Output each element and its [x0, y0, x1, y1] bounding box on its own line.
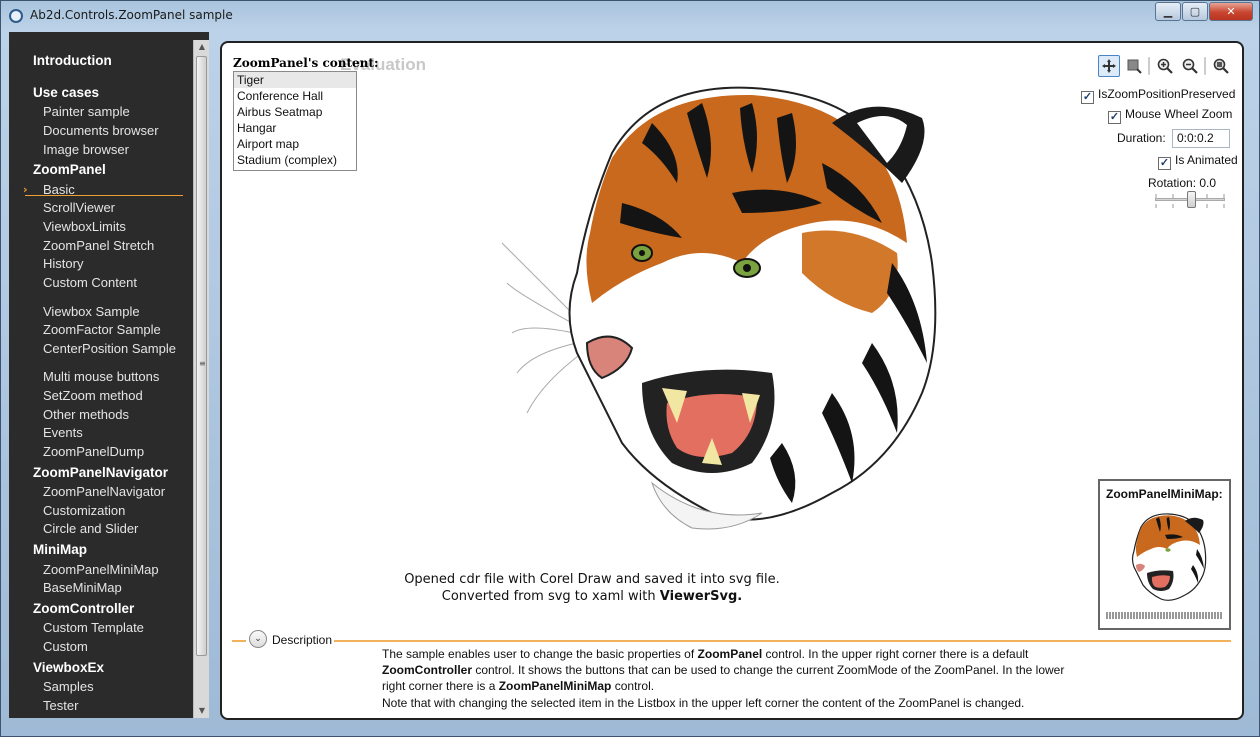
minimap-caption-text [1106, 612, 1223, 619]
content-list-label: ZoomPanel's content: [233, 56, 379, 70]
nav-item-customization[interactable]: Customization [43, 503, 125, 518]
zoom-in-icon[interactable] [1154, 55, 1176, 77]
nav-item-custom-template[interactable]: Custom Template [43, 620, 144, 635]
close-button[interactable]: ✕ [1209, 2, 1253, 21]
mouse-wheel-zoom-label: Mouse Wheel Zoom [1125, 107, 1233, 121]
is-zoom-position-preserved-checkbox[interactable]: ✓ [1081, 91, 1094, 104]
zoom-out-icon[interactable] [1179, 55, 1201, 77]
nav-item-zoompanelminimap[interactable]: ZoomPanelMiniMap [43, 562, 159, 577]
nav-item-setzoom-method[interactable]: SetZoom method [43, 388, 143, 403]
minimize-button[interactable]: ▁ [1155, 2, 1181, 21]
nav-item-circle-and-slider[interactable]: Circle and Slider [43, 521, 138, 536]
is-zoom-position-preserved-option[interactable]: ✓ IsZoomPositionPreserved [1081, 87, 1235, 104]
caption-line-1: Opened cdr file with Corel Draw and save… [404, 572, 780, 587]
nav-heading-zoomcontroller[interactable]: ZoomController [33, 601, 134, 616]
content-listbox[interactable]: Tiger Conference Hall Airbus Seatmap Han… [233, 71, 357, 171]
nav-item-tester[interactable]: Tester [43, 698, 78, 713]
nav-heading-viewboxex[interactable]: ViewboxEx [33, 660, 104, 675]
window-title: Ab2d.Controls.ZoomPanel sample [30, 8, 233, 22]
is-animated-label: Is Animated [1175, 153, 1238, 167]
description-divider-left [232, 640, 246, 642]
nav-item-image-browser[interactable]: Image browser [43, 142, 129, 157]
duration-label: Duration: [1117, 131, 1166, 145]
rotation-label-text: Rotation: [1148, 176, 1197, 190]
minimap-title: ZoomPanelMiniMap: [1106, 487, 1223, 501]
caption-line-2-text: Converted from svg to xaml with [441, 589, 660, 604]
nav-item-viewbox-sample[interactable]: Viewbox Sample [43, 304, 140, 319]
list-item[interactable]: Stadium (complex) [234, 152, 356, 168]
scroll-down-arrow-icon[interactable]: ▼ [194, 704, 210, 718]
caption-line-2: Converted from svg to xaml with ViewerSv… [222, 589, 962, 604]
description-line-1: The sample enables user to change the ba… [382, 647, 1029, 661]
list-item[interactable]: Tiger [234, 72, 356, 88]
description-expander-chevron-icon[interactable]: ⌄ [249, 630, 267, 648]
description-text: The sample enables user to change the ba… [382, 646, 1082, 711]
caption-buttons: ▁ ▢ ✕ [1154, 2, 1253, 21]
nav-item-scrollviewer[interactable]: ScrollViewer [43, 200, 115, 215]
scroll-thumb[interactable]: ≡ [196, 56, 207, 656]
description-line-2: ZoomController control. It shows the but… [382, 663, 1065, 678]
title-bar[interactable]: Ab2d.Controls.ZoomPanel sample ▁ ▢ ✕ [1, 1, 1259, 31]
nav-heading-zoompanel[interactable]: ZoomPanel [33, 162, 106, 177]
nav-item-samples[interactable]: Samples [43, 679, 94, 694]
tiger-image [502, 86, 937, 530]
zoom-panel-content[interactable]: Evaluation ZoomPanel's content: Tiger Co… [220, 41, 1244, 720]
nav-list: Introduction Use cases Painter sample Do… [9, 32, 193, 718]
caption-line-2-bold: ViewerSvg. [659, 589, 743, 604]
selected-underline [25, 195, 183, 196]
list-item[interactable]: Conference Hall [234, 88, 356, 104]
duration-input[interactable]: 0:0:0.2 [1172, 129, 1230, 148]
app-icon [9, 9, 23, 23]
zoom-controller [1098, 55, 1235, 77]
mouse-wheel-zoom-option[interactable]: ✓ Mouse Wheel Zoom [1108, 107, 1232, 124]
nav-item-multi-mouse-buttons[interactable]: Multi mouse buttons [43, 369, 159, 384]
rectangle-zoom-icon[interactable] [1123, 55, 1145, 77]
description-divider-right [334, 640, 1231, 642]
nav-item-documents-browser[interactable]: Documents browser [43, 123, 159, 138]
description-line-4: Note that with changing the selected ite… [382, 695, 1025, 710]
reset-zoom-icon[interactable] [1210, 55, 1232, 77]
nav-item-zoompanel-stretch[interactable]: ZoomPanel Stretch [43, 238, 154, 253]
nav-item-zoompanelnavigator[interactable]: ZoomPanelNavigator [43, 484, 165, 499]
minimap-tiger-image [1131, 513, 1207, 601]
rotation-slider-thumb[interactable] [1187, 191, 1196, 208]
sidebar: Introduction Use cases Painter sample Do… [9, 32, 209, 718]
nav-item-baseminimap[interactable]: BaseMiniMap [43, 580, 122, 595]
is-animated-checkbox[interactable]: ✓ [1158, 157, 1171, 170]
list-item[interactable]: Hangar [234, 120, 356, 136]
nav-item-custom[interactable]: Custom [43, 639, 88, 654]
nav-item-centerposition-sample[interactable]: CenterPosition Sample [43, 341, 176, 356]
description-line-3: right corner there is a ZoomPanelMiniMap… [382, 679, 655, 694]
mouse-wheel-zoom-checkbox[interactable]: ✓ [1108, 111, 1121, 124]
nav-heading-use-cases[interactable]: Use cases [33, 85, 99, 100]
nav-heading-zoompanelnavigator[interactable]: ZoomPanelNavigator [33, 465, 168, 480]
scroll-grip-icon: ≡ [199, 359, 206, 368]
separator [1204, 57, 1206, 75]
rotation-label: Rotation: 0.0 [1148, 176, 1216, 190]
rotation-value: 0.0 [1199, 176, 1217, 190]
description-label[interactable]: Description [272, 633, 332, 647]
app-window: Ab2d.Controls.ZoomPanel sample ▁ ▢ ✕ Int… [0, 0, 1260, 737]
nav-item-painter-sample[interactable]: Painter sample [43, 104, 130, 119]
separator [1148, 57, 1150, 75]
nav-item-zoompaneldump[interactable]: ZoomPanelDump [43, 444, 144, 459]
is-zoom-position-preserved-label: IsZoomPositionPreserved [1098, 87, 1236, 101]
nav-item-custom-content[interactable]: Custom Content [43, 275, 137, 290]
scroll-up-arrow-icon[interactable]: ▲ [194, 40, 210, 54]
nav-item-viewboxlimits[interactable]: ViewboxLimits [43, 219, 126, 234]
nav-item-other-methods[interactable]: Other methods [43, 407, 129, 422]
is-animated-option[interactable]: ✓ Is Animated [1158, 153, 1238, 170]
move-icon[interactable] [1098, 55, 1120, 77]
nav-item-zoomfactor-sample[interactable]: ZoomFactor Sample [43, 322, 161, 337]
maximize-button[interactable]: ▢ [1182, 2, 1208, 21]
nav-heading-introduction[interactable]: Introduction [33, 53, 112, 68]
sidebar-scrollbar[interactable]: ▲ ≡ ▼ [193, 40, 209, 718]
nav-heading-minimap[interactable]: MiniMap [33, 542, 87, 557]
nav-item-events[interactable]: Events [43, 425, 83, 440]
zoom-panel-minimap[interactable]: ZoomPanelMiniMap: [1098, 479, 1231, 630]
nav-item-history[interactable]: History [43, 256, 83, 271]
list-item[interactable]: Airport map [234, 136, 356, 152]
list-item[interactable]: Airbus Seatmap [234, 104, 356, 120]
